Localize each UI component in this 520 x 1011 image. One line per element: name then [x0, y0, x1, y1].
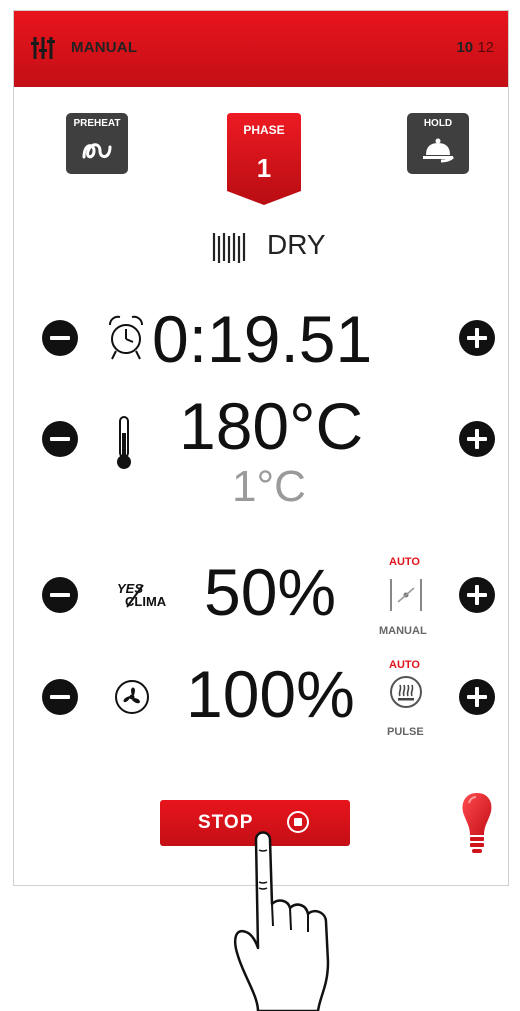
climate-auto-label[interactable]: AUTO — [389, 556, 420, 568]
heating-coil-icon — [82, 143, 112, 159]
fan-mode-label[interactable]: PULSE — [387, 726, 424, 738]
temp-increase-button[interactable] — [459, 421, 495, 457]
climate-mode-label[interactable]: MANUAL — [379, 625, 427, 637]
climate-increase-button[interactable] — [459, 577, 495, 613]
fan-increase-button[interactable] — [459, 679, 495, 715]
core-temperature: 1°C — [232, 462, 306, 511]
fan-auto-label[interactable]: AUTO — [389, 659, 420, 671]
page-indicator: 10 12 — [456, 39, 494, 56]
sliders-icon[interactable] — [31, 35, 55, 61]
time-decrease-button[interactable] — [42, 320, 78, 356]
damper-icon[interactable] — [388, 575, 424, 615]
yes-clima-icon: YES CLIMA — [117, 581, 177, 611]
hold-button[interactable]: HOLD — [407, 113, 469, 174]
phase-number: 1 — [256, 153, 272, 183]
cooking-mode-label: DRY — [267, 229, 326, 260]
fan-icon — [115, 680, 149, 714]
alarm-clock-icon — [109, 315, 143, 360]
time-increase-button[interactable] — [459, 320, 495, 356]
page-current: 10 — [456, 39, 474, 56]
hold-label: HOLD — [423, 118, 453, 129]
pointing-hand-icon — [234, 831, 330, 1011]
light-bulb-icon[interactable] — [460, 791, 494, 861]
dry-mode-icon — [212, 233, 246, 263]
fan-decrease-button[interactable] — [42, 679, 78, 715]
temp-decrease-button[interactable] — [42, 421, 78, 457]
oven-control-panel: MANUAL 10 12 PREHEAT PHASE 1 HOLD DRY 0:… — [13, 10, 509, 886]
phase-indicator[interactable]: PHASE 1 — [227, 113, 301, 205]
pulse-heat-icon[interactable] — [389, 675, 423, 709]
temperature-setpoint[interactable]: 180°C — [179, 393, 363, 459]
top-bar: MANUAL 10 12 — [14, 11, 508, 87]
cloche-icon — [423, 138, 455, 163]
page-total: 12 — [477, 39, 494, 56]
thermometer-icon — [117, 416, 131, 469]
preheat-button[interactable]: PREHEAT — [66, 113, 128, 174]
mode-title: MANUAL — [71, 39, 138, 56]
climate-decrease-button[interactable] — [42, 577, 78, 613]
preheat-label: PREHEAT — [73, 118, 121, 129]
phase-label: PHASE — [243, 123, 285, 137]
clima-slash — [126, 584, 144, 608]
fan-speed-value[interactable]: 100% — [186, 661, 355, 727]
climate-value[interactable]: 50% — [204, 559, 336, 625]
time-value[interactable]: 0:19.51 — [152, 306, 372, 372]
